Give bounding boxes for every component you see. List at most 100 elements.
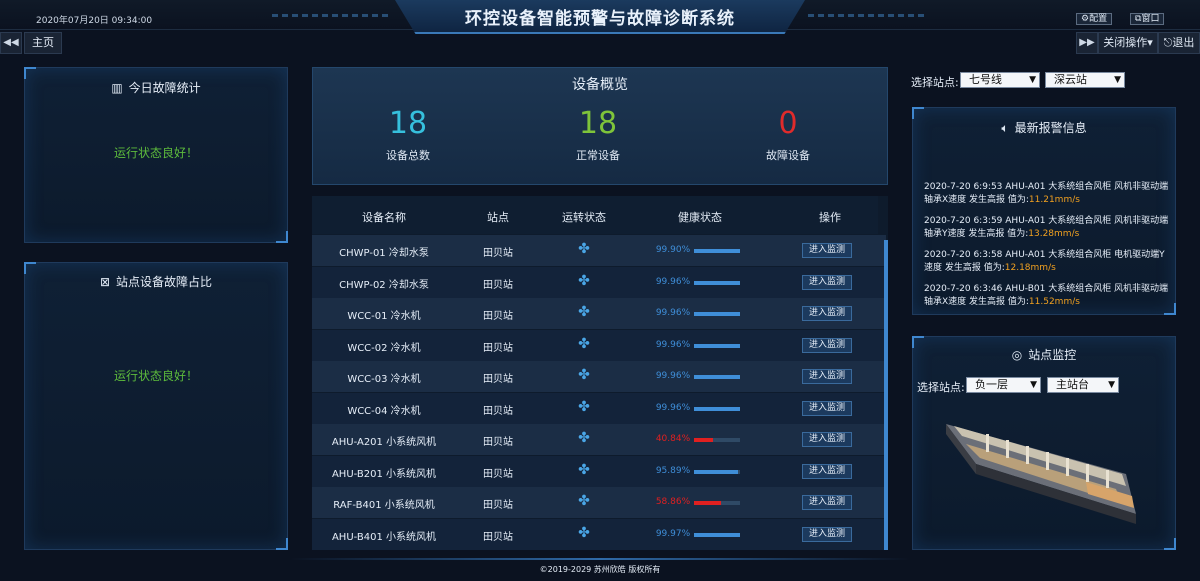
health-percent: 99.96% [655, 402, 691, 413]
platform-select[interactable]: 主站台 ▼ [1047, 377, 1119, 393]
device-name: WCC-02 冷水机 [347, 342, 421, 354]
table-row: AHU-B401 小系统风机 田贝站 ✤ 99.97% 进入监测 [312, 518, 886, 550]
health-bar-fill [694, 501, 722, 505]
station-3d-view[interactable] [936, 404, 1156, 528]
nav-bar: ◀◀ 主页 ▶▶ 关闭操作▾ ⎋退出 [0, 32, 1200, 56]
fan-icon: ✤ [578, 524, 590, 541]
health-bar-fill [694, 312, 740, 316]
device-table: 设备名称 站点 运转状态 健康状态 操作 CHWP-01 冷却水泵 田贝站 ✤ 99.… [312, 196, 888, 550]
health-percent: 99.96% [655, 371, 691, 381]
health-percent: 99.96% [655, 339, 691, 350]
enter-monitor-button[interactable]: 进入监测 [802, 306, 852, 321]
exit-button[interactable]: ⎋退出 [1158, 32, 1200, 54]
enter-monitor-button[interactable]: 进入监测 [802, 463, 852, 479]
enter-monitor-button[interactable]: 进入监测 [802, 369, 852, 384]
table-row: AHU-A201 小系统风机 田贝站 ✤ 40.84% 进入监测 [312, 424, 886, 455]
chevron-down-icon: ▼ [1108, 380, 1115, 390]
health-bar-fill [694, 375, 740, 379]
device-site: 田贝站 [483, 248, 513, 259]
double-chevron-left-icon: ◀◀ [3, 37, 19, 48]
fan-icon: ✤ [578, 398, 590, 415]
footer-copyright: ©2019-2029 苏州欣皓 版权所有 [539, 565, 661, 574]
table-header: 设备名称 站点 运转状态 健康状态 操作 [312, 196, 878, 234]
camera-icon: ◎ [1011, 348, 1023, 362]
alarm-item[interactable]: 2020-7-20 6:3:46 AHU-B01 大系统组合风柜 风机非驱动端轴… [924, 283, 1172, 309]
health-bar-fill [694, 438, 713, 442]
health-percent: 95.89% [655, 465, 691, 476]
enter-monitor-button[interactable]: 进入监测 [802, 243, 852, 258]
health-bar [694, 280, 740, 285]
table-row: CHWP-02 冷却水泵 田贝站 ✤ 99.96% 进入监测 [312, 266, 886, 298]
device-name: RAF-B401 小系统风机 [333, 500, 435, 511]
device-name: CHWP-02 冷却水泵 [339, 279, 429, 291]
fan-icon: ✤ [578, 461, 590, 478]
device-name: WCC-01 冷水机 [347, 311, 421, 322]
device-site: 田贝站 [483, 374, 513, 385]
config-button[interactable]: ⚙配置 [1076, 13, 1113, 25]
alarm-value: 12.18mm/s [1004, 263, 1056, 273]
health-bar-fill [694, 343, 740, 348]
station-select[interactable]: 深云站 ▼ [1045, 72, 1125, 88]
collapse-left-button[interactable]: ◀◀ [0, 32, 22, 54]
close-ops-menu[interactable]: 关闭操作▾ [1098, 32, 1158, 54]
col-health-header: 健康状态 [678, 211, 722, 224]
floor-select[interactable]: 负一层 ▼ [966, 377, 1041, 393]
enter-monitor-button[interactable]: 进入监测 [802, 337, 852, 353]
health-bar [694, 343, 740, 348]
window-button[interactable]: ⧉窗口 [1130, 13, 1165, 25]
fan-icon: ✤ [578, 272, 590, 289]
device-name: AHU-B201 小系统风机 [331, 468, 437, 480]
expand-right-button[interactable]: ▶▶ [1076, 32, 1098, 54]
device-name: WCC-03 冷水机 [347, 374, 421, 385]
device-site: 田贝站 [483, 405, 513, 417]
chevron-down-icon: ▼ [1114, 75, 1121, 85]
health-bar [694, 375, 740, 379]
fault-stats-status: 运行状态良好！ [113, 146, 198, 160]
health-bar [694, 406, 740, 411]
enter-monitor-button[interactable]: 进入监测 [802, 526, 852, 542]
total-label: 设备总数 [386, 149, 430, 162]
alarm-value: 13.28mm/s [1028, 229, 1080, 239]
device-site: 田贝站 [483, 437, 513, 448]
health-bar [694, 438, 740, 442]
health-bar-fill [694, 406, 740, 411]
health-percent: 99.97% [655, 528, 691, 539]
station-fault-ratio-panel: ⊠ 站点设备故障占比 运行状态良好！ [24, 262, 288, 550]
enter-monitor-button[interactable]: 进入监测 [802, 495, 852, 510]
normal-label: 正常设备 [576, 149, 620, 162]
alarm-value: 11.52mm/s [1028, 297, 1080, 307]
fault-stats-panel: ▥ 今日故障统计 运行状态良好！ [24, 67, 288, 243]
device-site: 田贝站 [483, 531, 513, 543]
table-row: AHU-B201 小系统风机 田贝站 ✤ 95.89% 进入监测 [312, 455, 886, 487]
alarm-item[interactable]: 2020-7-20 6:9:53 AHU-A01 大系统组合风柜 风机非驱动端轴… [924, 181, 1172, 207]
overview-title: 设备概览 [572, 77, 628, 93]
health-percent: 40.84% [655, 434, 691, 444]
enter-monitor-button[interactable]: 进入监测 [802, 274, 852, 290]
col-run-header: 运转状态 [562, 211, 606, 224]
chevron-down-icon: ▼ [1030, 380, 1037, 390]
alarm-title: 🔈︎ 最新报警信息 [1001, 121, 1087, 135]
health-bar [694, 249, 740, 253]
fan-icon: ✤ [578, 304, 590, 320]
device-name: CHWP-01 冷却水泵 [339, 248, 429, 259]
device-overview-panel: 设备概览 18 设备总数 18 正常设备 0 故障设备 [312, 67, 888, 185]
health-bar-fill [694, 532, 740, 537]
device-name: AHU-A201 小系统风机 [331, 437, 437, 448]
fault-count: 0 [778, 106, 798, 141]
alarm-item[interactable]: 2020-7-20 6:3:59 AHU-A01 大系统组合风柜 风机非驱动端轴… [924, 215, 1172, 241]
health-percent: 99.90% [655, 245, 691, 255]
stat-total: 18 设备总数 [313, 106, 503, 163]
health-bar [694, 501, 740, 505]
device-site: 田贝站 [483, 500, 513, 511]
app-title: 环控设备智能预警与故障诊断系统 [465, 9, 735, 29]
device-name: AHU-B401 小系统风机 [331, 531, 437, 543]
stat-fault: 0 故障设备 [693, 106, 883, 163]
footer-divider [290, 558, 910, 560]
fan-icon: ✤ [578, 335, 590, 352]
tab-home[interactable]: 主页 [24, 32, 62, 54]
enter-monitor-button[interactable]: 进入监测 [802, 432, 852, 447]
enter-monitor-button[interactable]: 进入监测 [802, 400, 852, 416]
line-select[interactable]: 七号线 ▼ [960, 72, 1040, 88]
alarm-item[interactable]: 2020-7-20 6:3:58 AHU-A01 大系统组合风柜 电机驱动端Y速… [924, 249, 1172, 275]
table-scrollbar[interactable] [884, 240, 888, 550]
